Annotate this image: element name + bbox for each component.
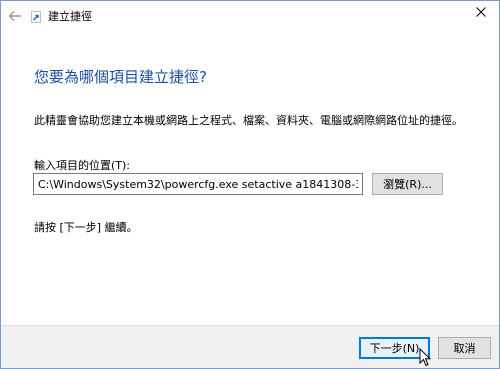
hint-text: 請按 [下一步] 繼續。 bbox=[34, 221, 138, 234]
close-icon bbox=[476, 7, 486, 17]
page-heading: 您要為哪個項目建立捷徑? bbox=[34, 68, 207, 86]
back-arrow-icon bbox=[8, 11, 21, 21]
location-label: 輸入項目的位置(T): bbox=[34, 159, 131, 172]
cancel-button[interactable]: 取消 bbox=[438, 337, 491, 359]
description-text: 此精靈會協助您建立本機或網路上之程式、檔案、資料夾、電腦或網際網路位址的捷徑。 bbox=[34, 114, 463, 127]
mouse-pointer-icon bbox=[419, 348, 431, 367]
create-shortcut-dialog: 建立捷徑 您要為哪個項目建立捷徑? 此精靈會協助您建立本機或網路上之程式、檔案、… bbox=[0, 0, 500, 369]
title-bar: 建立捷徑 bbox=[1, 1, 499, 31]
location-input[interactable] bbox=[33, 173, 363, 195]
browse-button[interactable]: 瀏覽(R)... bbox=[372, 173, 443, 195]
back-button[interactable] bbox=[5, 6, 25, 26]
close-button[interactable] bbox=[463, 1, 499, 23]
window-title: 建立捷徑 bbox=[48, 10, 92, 23]
shortcut-icon bbox=[31, 11, 41, 23]
